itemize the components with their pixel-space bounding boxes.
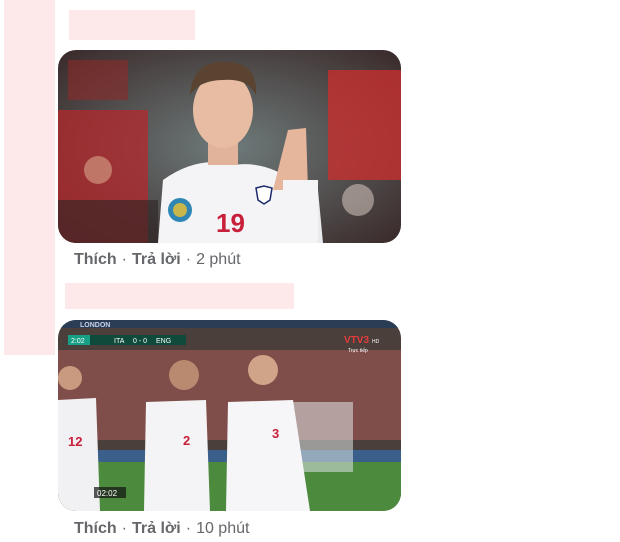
broadcaster-logo: VTV3 (344, 335, 369, 346)
separator-dot: · (185, 520, 192, 537)
separator-dot: · (121, 520, 127, 537)
comment-actions: Thích · Trả lời · 2 phút (74, 251, 241, 269)
replay-timer: 02:02 (97, 489, 118, 498)
reply-button[interactable]: Trả lời (132, 251, 181, 268)
jersey-number: 19 (216, 208, 245, 238)
comment-photo[interactable]: 19 (58, 50, 401, 243)
player-clapping-image: 19 (58, 50, 401, 243)
comment-actions: Thích · Trả lời · 10 phút (74, 520, 249, 538)
comment-photo[interactable]: LONDON 2:02 ITA 0 - 0 ENG VTV3 HD Trực t… (58, 320, 401, 511)
thread-connector-line (4, 0, 55, 355)
broadcaster-hd: HD (372, 339, 380, 345)
separator-dot: · (121, 251, 127, 268)
home-team: ITA (114, 338, 125, 345)
stadium-banner-text: LONDON (80, 322, 110, 329)
jersey-number-mid: 2 (183, 433, 190, 448)
goal-celebration-image: LONDON 2:02 ITA 0 - 0 ENG VTV3 HD Trực t… (58, 320, 401, 511)
comment-timestamp: 10 phút (196, 520, 250, 537)
match-score: 0 - 0 (133, 338, 147, 345)
commenter-name-placeholder[interactable] (69, 10, 195, 40)
commenter-name-placeholder[interactable] (65, 283, 294, 309)
jersey-number-right: 3 (272, 426, 279, 441)
away-team: ENG (156, 338, 171, 345)
like-button[interactable]: Thích (74, 520, 117, 537)
jersey-number-left: 12 (68, 434, 82, 449)
match-clock: 2:02 (71, 338, 85, 345)
separator-dot: · (185, 251, 192, 268)
reply-button[interactable]: Trả lời (132, 520, 181, 537)
live-label: Trực tiếp (348, 348, 368, 354)
like-button[interactable]: Thích (74, 251, 117, 268)
comment-timestamp: 2 phút (196, 251, 241, 268)
